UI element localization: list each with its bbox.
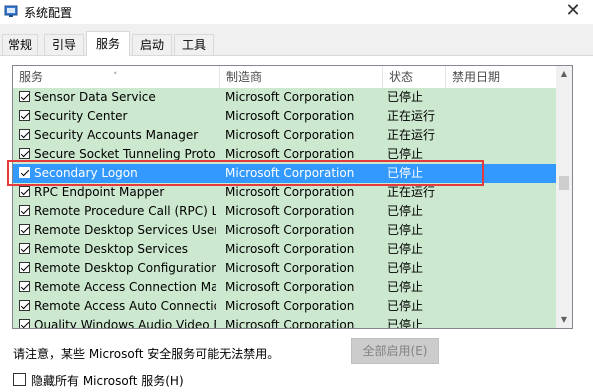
service-row[interactable]: Remote Desktop Services Microsoft Corpor…: [13, 240, 558, 259]
service-status: 正在运行: [387, 128, 436, 142]
service-name: Quality Windows Audio Video Ex...: [34, 318, 216, 329]
service-row[interactable]: Security Accounts Manager Microsoft Corp…: [13, 126, 558, 145]
service-row[interactable]: Remote Desktop Services UserM... Microso…: [13, 221, 558, 240]
service-status: 已停止: [387, 299, 424, 313]
service-row[interactable]: Remote Access Connection Man... Microsof…: [13, 278, 558, 297]
tab-boot[interactable]: 引导: [44, 34, 84, 55]
service-row[interactable]: Remote Desktop Configuration Microsoft C…: [13, 259, 558, 278]
service-name: Remote Access Auto Connection ...: [34, 299, 216, 313]
service-manufacturer: Microsoft Corporation: [225, 90, 355, 104]
service-name: Remote Access Connection Man...: [34, 280, 216, 294]
column-header-service[interactable]: 服务 ˅: [13, 66, 220, 88]
service-row[interactable]: Sensor Data Service Microsoft Corporatio…: [13, 88, 558, 107]
service-status: 已停止: [387, 223, 424, 237]
hide-microsoft-checkbox[interactable]: [13, 373, 26, 386]
tab-startup[interactable]: 启动: [132, 34, 172, 55]
vertical-scrollbar[interactable]: ▲ ▼: [556, 66, 572, 328]
service-manufacturer: Microsoft Corporation: [225, 318, 355, 329]
service-name: Remote Procedure Call (RPC) Loc...: [34, 204, 216, 218]
service-status: 已停止: [387, 318, 424, 329]
service-manufacturer: Microsoft Corporation: [225, 261, 355, 275]
service-checkbox[interactable]: [19, 205, 30, 216]
service-name: Security Accounts Manager: [34, 128, 199, 142]
service-name: Sensor Data Service: [34, 90, 156, 104]
service-status: 已停止: [387, 204, 424, 218]
service-checkbox[interactable]: [19, 186, 30, 197]
tab-strip: 常规 引导 服务 启动 工具: [0, 31, 593, 56]
service-name: Remote Desktop Services: [34, 242, 189, 256]
service-manufacturer: Microsoft Corporation: [225, 128, 355, 142]
title-bar: 系统配置 ✕: [0, 0, 593, 24]
service-name: Remote Desktop Services UserM...: [34, 223, 216, 237]
highlight-annotation: [7, 160, 484, 186]
service-name: Security Center: [34, 109, 128, 123]
column-header-status[interactable]: 状态: [383, 66, 446, 88]
sort-down-icon: ˅: [113, 72, 118, 82]
service-status: 已停止: [387, 280, 424, 294]
service-checkbox[interactable]: [19, 262, 30, 273]
service-name: Remote Desktop Configuration: [34, 261, 216, 275]
column-header-manufacturer[interactable]: 制造商: [220, 66, 383, 88]
hide-microsoft-label: 隐藏所有 Microsoft 服务(H): [31, 374, 184, 388]
tab-tools[interactable]: 工具: [174, 34, 214, 55]
tab-general[interactable]: 常规: [2, 34, 38, 55]
service-manufacturer: Microsoft Corporation: [225, 109, 355, 123]
service-checkbox[interactable]: [19, 110, 30, 121]
service-status: 已停止: [387, 261, 424, 275]
list-header: 服务 ˅ 制造商 状态 禁用日期: [13, 66, 558, 88]
service-row[interactable]: Remote Access Auto Connection ... Micros…: [13, 297, 558, 316]
close-button[interactable]: ✕: [553, 0, 593, 24]
service-status: 正在运行: [387, 109, 436, 123]
service-checkbox[interactable]: [19, 281, 30, 292]
window-title: 系统配置: [24, 6, 73, 20]
service-row[interactable]: Security Center Microsoft Corporation 正在…: [13, 107, 558, 126]
service-checkbox[interactable]: [19, 148, 30, 159]
service-manufacturer: Microsoft Corporation: [225, 242, 355, 256]
service-manufacturer: Microsoft Corporation: [225, 280, 355, 294]
column-header-disabled-date[interactable]: 禁用日期: [446, 66, 558, 88]
service-row[interactable]: Remote Procedure Call (RPC) Loc... Micro…: [13, 202, 558, 221]
service-rows: Sensor Data Service Microsoft Corporatio…: [13, 88, 558, 328]
service-checkbox[interactable]: [19, 300, 30, 311]
service-checkbox[interactable]: [19, 224, 30, 235]
services-panel: 服务 ˅ 制造商 状态 禁用日期 Sensor Data Service Mic…: [0, 56, 593, 392]
service-manufacturer: Microsoft Corporation: [225, 299, 355, 313]
scrollbar-thumb[interactable]: [559, 176, 569, 190]
scroll-up-icon[interactable]: ▲: [556, 66, 572, 82]
service-checkbox[interactable]: [19, 319, 30, 328]
service-manufacturer: Microsoft Corporation: [225, 204, 355, 218]
service-status: 已停止: [387, 90, 424, 104]
tab-services[interactable]: 服务: [86, 31, 130, 56]
security-note: 请注意，某些 Microsoft 安全服务可能无法禁用。: [13, 347, 280, 361]
service-checkbox[interactable]: [19, 91, 30, 102]
service-row[interactable]: Quality Windows Audio Video Ex... Micros…: [13, 316, 558, 329]
service-manufacturer: Microsoft Corporation: [225, 223, 355, 237]
service-status: 已停止: [387, 242, 424, 256]
service-checkbox[interactable]: [19, 129, 30, 140]
services-list[interactable]: 服务 ˅ 制造商 状态 禁用日期 Sensor Data Service Mic…: [12, 65, 573, 329]
close-icon: ✕: [565, 0, 581, 21]
service-checkbox[interactable]: [19, 243, 30, 254]
msconfig-icon: [4, 5, 18, 17]
scroll-down-icon[interactable]: ▼: [556, 312, 572, 328]
enable-all-button[interactable]: 全部启用(E): [351, 338, 439, 364]
